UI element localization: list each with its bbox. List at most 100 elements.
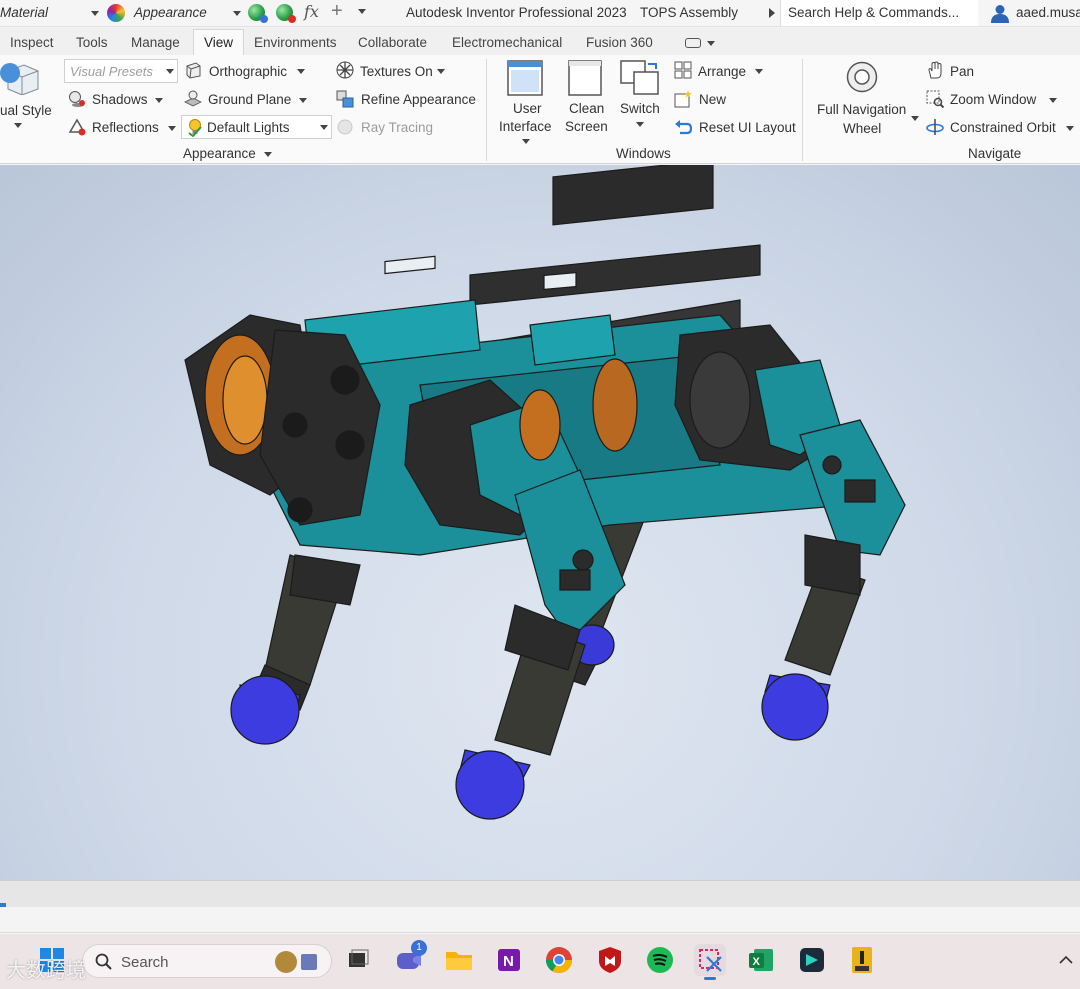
- clean-screen-label-1[interactable]: Clean: [569, 101, 604, 116]
- refine-appearance-button[interactable]: Refine Appearance: [361, 92, 476, 107]
- customize-toolbar-icon[interactable]: [358, 9, 366, 14]
- tab-electromechanical[interactable]: Electromechanical: [452, 35, 562, 50]
- chevron-down-icon[interactable]: [1066, 126, 1074, 131]
- visual-presets-combo[interactable]: Visual Presets: [64, 59, 178, 83]
- graphics-viewport[interactable]: [0, 165, 1080, 880]
- active-app-indicator: [704, 977, 716, 980]
- visual-style-button[interactable]: [0, 61, 40, 96]
- onenote-button[interactable]: N: [493, 944, 525, 976]
- full-navigation-label-1[interactable]: Full Navigation: [817, 102, 906, 117]
- ground-plane-button[interactable]: Ground Plane: [208, 92, 291, 107]
- reset-ui-icon: [675, 120, 692, 135]
- snipping-tool-button[interactable]: [694, 944, 726, 980]
- svg-text:X: X: [753, 956, 761, 968]
- tab-fusion-360[interactable]: Fusion 360: [586, 35, 653, 50]
- appearance-combo[interactable]: Appearance: [134, 5, 207, 20]
- orthographic-button[interactable]: Orthographic: [209, 64, 287, 79]
- file-explorer-button[interactable]: [443, 944, 475, 976]
- adjust-appearance-icon[interactable]: [248, 4, 268, 23]
- chevron-down-icon[interactable]: [14, 123, 22, 128]
- tab-environments[interactable]: Environments: [254, 35, 337, 50]
- tab-view[interactable]: View: [193, 29, 245, 56]
- watermark: 大数跨境: [6, 960, 86, 982]
- chevron-down-icon[interactable]: [522, 139, 530, 144]
- chevron-down-icon: [320, 125, 328, 130]
- zoom-window-button[interactable]: Zoom Window: [950, 92, 1036, 107]
- ribbon-display-icon[interactable]: [685, 38, 701, 48]
- chevron-down-icon: [166, 69, 174, 74]
- lighting-style-combo[interactable]: Default Lights: [181, 115, 332, 139]
- material-combo[interactable]: Material: [0, 5, 48, 20]
- shadows-button[interactable]: Shadows: [92, 92, 148, 107]
- switch-label[interactable]: Switch: [620, 101, 660, 116]
- chrome-button[interactable]: [543, 944, 575, 976]
- pan-button[interactable]: Pan: [950, 64, 974, 79]
- textures-icon: [336, 61, 354, 79]
- clean-screen-label-2[interactable]: Screen: [565, 119, 608, 134]
- chevron-down-icon[interactable]: [233, 11, 241, 16]
- task-view-button[interactable]: [342, 944, 374, 976]
- help-search-box[interactable]: Search Help & Commands...: [780, 0, 978, 26]
- excel-button[interactable]: X: [745, 944, 777, 976]
- help-search-input[interactable]: Search Help & Commands...: [788, 5, 959, 20]
- switch-window-icon[interactable]: [620, 60, 660, 96]
- user-interface-label-2[interactable]: Interface: [499, 119, 552, 134]
- reflections-button[interactable]: Reflections: [92, 120, 159, 135]
- plus-icon[interactable]: +: [331, 0, 343, 23]
- app-title: Autodesk Inventor Professional 2023: [406, 5, 627, 20]
- textures-on-button[interactable]: Textures On: [360, 64, 433, 79]
- chevron-down-icon[interactable]: [636, 122, 644, 127]
- visual-style-icon: [0, 63, 39, 96]
- chevron-down-icon[interactable]: [168, 126, 176, 131]
- appearance-panel-title[interactable]: Appearance: [183, 146, 256, 161]
- chevron-down-icon[interactable]: [755, 69, 763, 74]
- full-navigation-label-2[interactable]: Wheel: [843, 121, 881, 136]
- chevron-down-icon[interactable]: [911, 116, 919, 121]
- tab-manage[interactable]: Manage: [131, 35, 180, 50]
- taskbar-search[interactable]: Search: [82, 944, 332, 978]
- tab-inspect[interactable]: Inspect: [10, 35, 54, 50]
- windows-panel-title: Windows: [616, 146, 671, 161]
- chevron-down-icon[interactable]: [297, 69, 305, 74]
- user-icon[interactable]: [990, 3, 1010, 23]
- refine-appearance-icon: [336, 90, 354, 108]
- chevron-down-icon[interactable]: [437, 69, 445, 74]
- color-wheel-icon[interactable]: [107, 4, 125, 22]
- chevron-up-icon[interactable]: [1059, 955, 1073, 965]
- new-window-button[interactable]: New: [699, 92, 726, 107]
- reset-ui-layout-button[interactable]: Reset UI Layout: [699, 120, 796, 135]
- tab-collaborate[interactable]: Collaborate: [358, 35, 427, 50]
- status-bar: [0, 907, 1080, 933]
- chevron-down-icon[interactable]: [1049, 98, 1057, 103]
- chevron-down-icon[interactable]: [91, 11, 99, 16]
- ray-tracing-icon: [337, 119, 353, 135]
- inventor-button[interactable]: [846, 944, 878, 976]
- ray-tracing-button[interactable]: Ray Tracing: [361, 120, 433, 135]
- chevron-down-icon[interactable]: [707, 41, 715, 46]
- browser-scroll-strip[interactable]: [0, 880, 1080, 907]
- teams-button[interactable]: 1: [393, 940, 427, 976]
- chevron-down-icon[interactable]: [264, 152, 272, 157]
- visual-style-label[interactable]: ual Style: [0, 103, 52, 118]
- constrained-orbit-button[interactable]: Constrained Orbit: [950, 120, 1056, 135]
- spotify-button[interactable]: [644, 944, 676, 976]
- clean-screen-icon[interactable]: [568, 60, 602, 96]
- mcafee-button[interactable]: [594, 944, 626, 976]
- navigate-panel-title: Navigate: [968, 146, 1022, 161]
- search-icon: [95, 953, 112, 970]
- tab-tools[interactable]: Tools: [76, 35, 108, 50]
- pan-hand-icon: [928, 61, 942, 79]
- robot-dog-model[interactable]: [0, 165, 1080, 880]
- user-name[interactable]: aaed.musa: [1016, 5, 1080, 20]
- chevron-down-icon[interactable]: [299, 98, 307, 103]
- arrange-button[interactable]: Arrange: [698, 64, 746, 79]
- navigation-wheel-icon[interactable]: [846, 61, 878, 93]
- fx-parameters-icon[interactable]: fx: [304, 2, 319, 21]
- filmora-button[interactable]: [796, 944, 828, 976]
- user-interface-label-1[interactable]: User: [513, 101, 542, 116]
- orthographic-icon: [186, 62, 201, 79]
- chevron-down-icon[interactable]: [155, 98, 163, 103]
- chevron-right-icon[interactable]: [769, 8, 775, 18]
- user-interface-icon[interactable]: [507, 60, 543, 96]
- clear-appearance-icon[interactable]: [276, 4, 296, 23]
